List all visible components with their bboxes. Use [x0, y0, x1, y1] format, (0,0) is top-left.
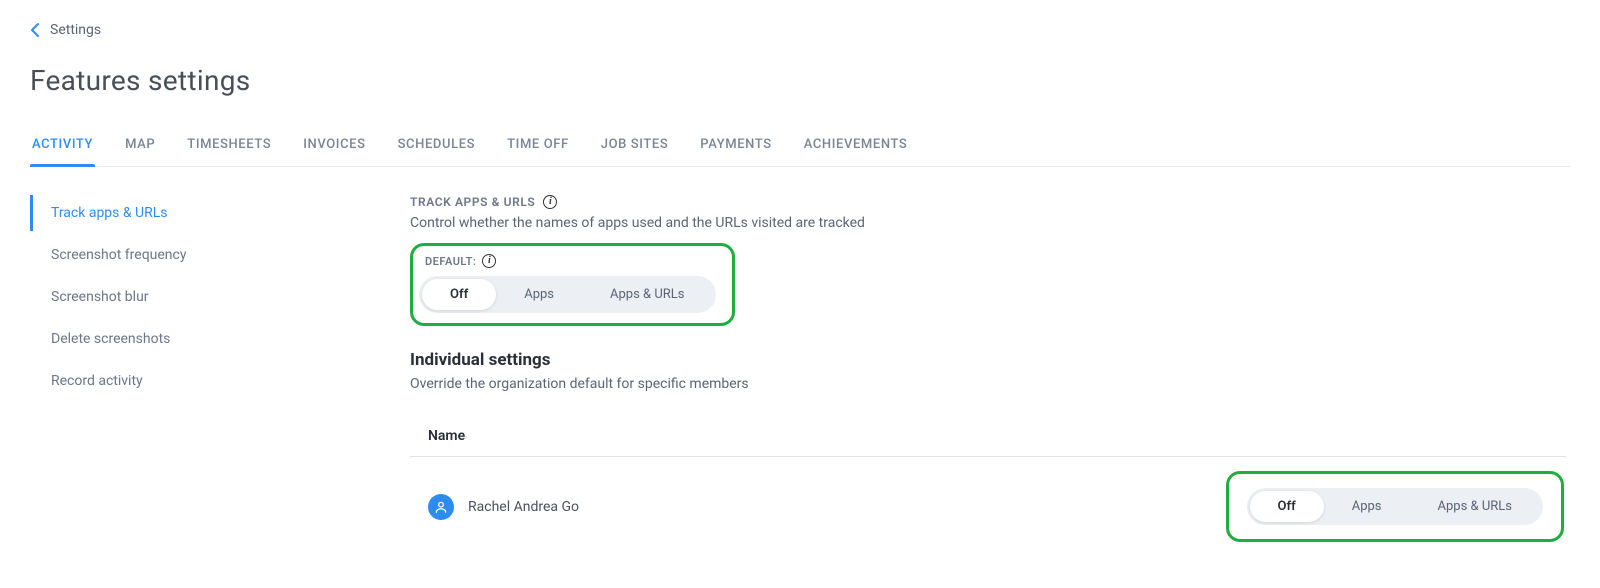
section-description: Control whether the names of apps used a… [410, 215, 1566, 231]
tab-achievements[interactable]: ACHIEVEMENTS [802, 127, 910, 166]
individual-settings-description: Override the organization default for sp… [410, 376, 1566, 392]
tab-timesheets[interactable]: TIMESHEETS [185, 127, 273, 166]
user-avatar-icon [428, 494, 454, 520]
member-setting-highlight: Off Apps Apps & URLs [1226, 471, 1565, 542]
tab-job-sites[interactable]: JOB SITES [599, 127, 671, 166]
tab-activity[interactable]: ACTIVITY [30, 127, 95, 166]
info-icon[interactable]: i [543, 195, 557, 209]
default-option-apps-urls[interactable]: Apps & URLs [582, 279, 712, 310]
sidebar-item-delete-screenshots[interactable]: Delete screenshots [30, 321, 410, 357]
breadcrumb-label: Settings [50, 22, 101, 38]
individual-settings-title: Individual settings [410, 350, 1566, 370]
breadcrumb[interactable]: Settings [30, 22, 1570, 38]
page-title: Features settings [30, 64, 1570, 97]
settings-sidebar: Track apps & URLs Screenshot frequency S… [30, 195, 410, 556]
tab-map[interactable]: MAP [123, 127, 157, 166]
tab-payments[interactable]: PAYMENTS [698, 127, 773, 166]
info-icon[interactable]: i [482, 254, 496, 268]
default-option-apps[interactable]: Apps [496, 279, 582, 310]
member-tracking-toggle: Off Apps Apps & URLs [1247, 488, 1544, 525]
tab-time-off[interactable]: TIME OFF [505, 127, 571, 166]
sidebar-item-screenshot-blur[interactable]: Screenshot blur [30, 279, 410, 315]
member-name: Rachel Andrea Go [468, 499, 579, 515]
members-table: Name Rachel Andrea Go Off [410, 416, 1566, 556]
tab-schedules[interactable]: SCHEDULES [396, 127, 478, 166]
member-option-apps[interactable]: Apps [1324, 491, 1410, 522]
chevron-left-icon [30, 22, 40, 38]
default-label: DEFAULT: [425, 255, 476, 268]
default-tracking-toggle: Off Apps Apps & URLs [419, 276, 716, 313]
sidebar-item-record-activity[interactable]: Record activity [30, 363, 410, 399]
tab-invoices[interactable]: INVOICES [301, 127, 367, 166]
section-heading: TRACK APPS & URLS [410, 195, 535, 209]
sidebar-item-screenshot-frequency[interactable]: Screenshot frequency [30, 237, 410, 273]
sidebar-item-track-apps-urls[interactable]: Track apps & URLs [30, 195, 410, 231]
table-header-name: Name [410, 416, 1566, 457]
tabs-bar: ACTIVITY MAP TIMESHEETS INVOICES SCHEDUL… [30, 127, 1570, 167]
default-option-off[interactable]: Off [422, 279, 496, 310]
default-setting-highlight: DEFAULT: i Off Apps Apps & URLs [410, 243, 735, 326]
member-option-apps-urls[interactable]: Apps & URLs [1410, 491, 1540, 522]
table-row: Rachel Andrea Go Off Apps Apps & URLs [410, 457, 1566, 556]
member-option-off[interactable]: Off [1250, 491, 1324, 522]
